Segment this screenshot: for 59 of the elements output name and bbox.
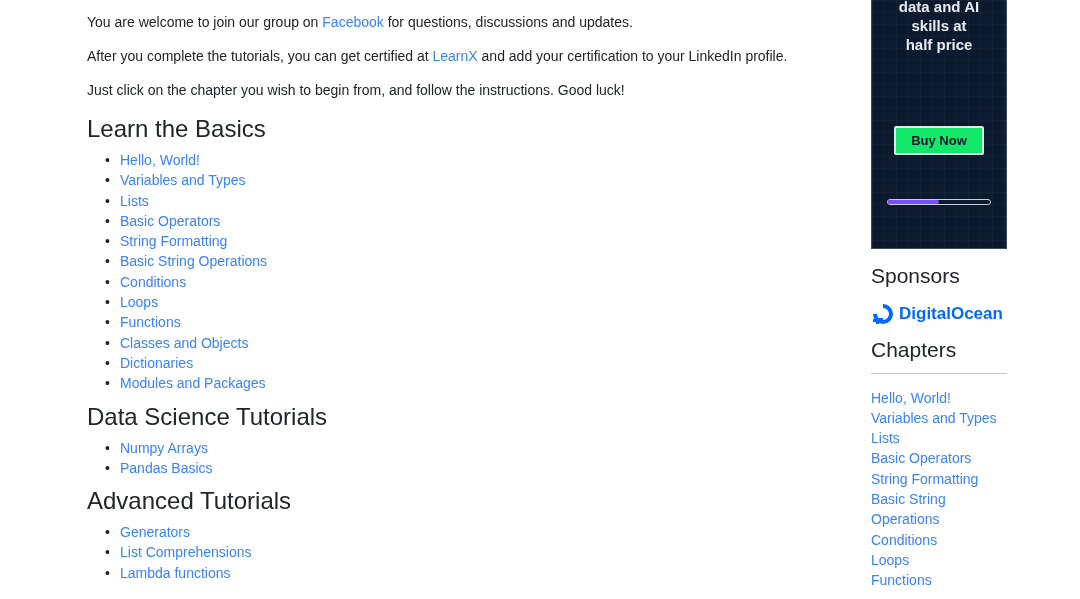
tutorial-link[interactable]: Lists bbox=[120, 192, 149, 209]
tutorial-link[interactable]: Modules and Packages bbox=[120, 375, 266, 392]
link[interactable]: Facebook bbox=[322, 14, 384, 30]
bullet: • bbox=[105, 543, 111, 563]
bullet: • bbox=[105, 272, 111, 292]
section-heading: Data Science Tutorials bbox=[87, 401, 329, 432]
buy-now-button[interactable]: Buy Now bbox=[894, 126, 984, 155]
chapter-link[interactable]: Loops bbox=[871, 549, 1007, 571]
tutorial-link[interactable]: Numpy Arrays bbox=[120, 439, 208, 456]
ad-headline: skills at bbox=[910, 16, 968, 35]
bullet: • bbox=[105, 458, 111, 478]
bullet: • bbox=[105, 171, 111, 191]
chapter-link[interactable]: Basic Operators bbox=[871, 448, 1007, 469]
bullet: • bbox=[105, 333, 111, 353]
tutorial-link[interactable]: Functions bbox=[120, 314, 181, 331]
bullet: • bbox=[105, 191, 111, 211]
sidebar-heading: Sponsors bbox=[871, 263, 961, 289]
link[interactable]: LearnX bbox=[432, 48, 478, 64]
tutorial-link[interactable]: Pandas Basics bbox=[120, 459, 213, 476]
tutorial-link[interactable]: Hello, World! bbox=[120, 152, 200, 168]
paragraph: You are welcome to join our group on Facebook for questions, discussions and updates. bbox=[87, 13, 634, 32]
bullet: • bbox=[105, 211, 111, 231]
bullet: • bbox=[105, 374, 111, 394]
tutorial-link[interactable]: String Formatting bbox=[120, 233, 228, 250]
sidebar-heading: Chapters bbox=[871, 336, 958, 363]
ad-headline: data and AI bbox=[898, 0, 980, 16]
bullet: • bbox=[105, 438, 111, 458]
paragraph: Just click on the chapter you wish to begin from, and follow the instructions. Good luck! bbox=[87, 81, 626, 100]
tutorial-link[interactable]: List Comprehensions bbox=[120, 544, 252, 561]
tutorial-link[interactable]: Variables and Types bbox=[120, 172, 246, 189]
section-heading: Advanced Tutorials bbox=[87, 486, 293, 517]
sponsor-link[interactable]: DigitalOcean bbox=[899, 301, 1003, 327]
tutorial-link[interactable]: Loops bbox=[120, 294, 159, 311]
bullet: • bbox=[105, 523, 111, 543]
chapter-link[interactable]: Hello, World! bbox=[871, 387, 1007, 408]
paragraph: After you complete the tutorials, you can get certified at LearnX and add your certification to your LinkedIn profile. bbox=[87, 47, 789, 66]
ad-headline: half price bbox=[904, 35, 974, 54]
bullet: • bbox=[105, 252, 111, 272]
tutorial-link[interactable]: Basic String Operations bbox=[120, 253, 268, 270]
tutorial-link[interactable]: Lambda functions bbox=[120, 564, 231, 581]
chapter-link[interactable]: Basic String Operations bbox=[871, 489, 1007, 530]
tutorial-link[interactable]: Basic Operators bbox=[120, 212, 221, 229]
chapter-link[interactable]: Functions bbox=[871, 570, 1007, 591]
tutorial-link[interactable]: Generators bbox=[120, 524, 191, 541]
chapter-link[interactable]: Conditions bbox=[871, 529, 1007, 550]
tutorial-link[interactable]: Classes and Objects bbox=[120, 334, 249, 351]
bullet: • bbox=[105, 232, 111, 252]
bullet: • bbox=[105, 313, 111, 333]
bullet: • bbox=[105, 293, 111, 313]
tutorial-link[interactable]: Dictionaries bbox=[120, 354, 194, 371]
bullet: • bbox=[105, 563, 111, 583]
sponsor-logo-icon bbox=[871, 301, 895, 326]
chapter-link[interactable]: Lists bbox=[871, 428, 1007, 449]
bullet: • bbox=[105, 353, 111, 373]
bullet: • bbox=[105, 151, 111, 170]
chapter-link[interactable]: String Formatting bbox=[871, 468, 1007, 489]
chapter-link[interactable]: Variables and Types bbox=[871, 407, 1007, 429]
section-heading: Learn the Basics bbox=[87, 114, 267, 144]
tutorial-link[interactable]: Conditions bbox=[120, 273, 187, 290]
